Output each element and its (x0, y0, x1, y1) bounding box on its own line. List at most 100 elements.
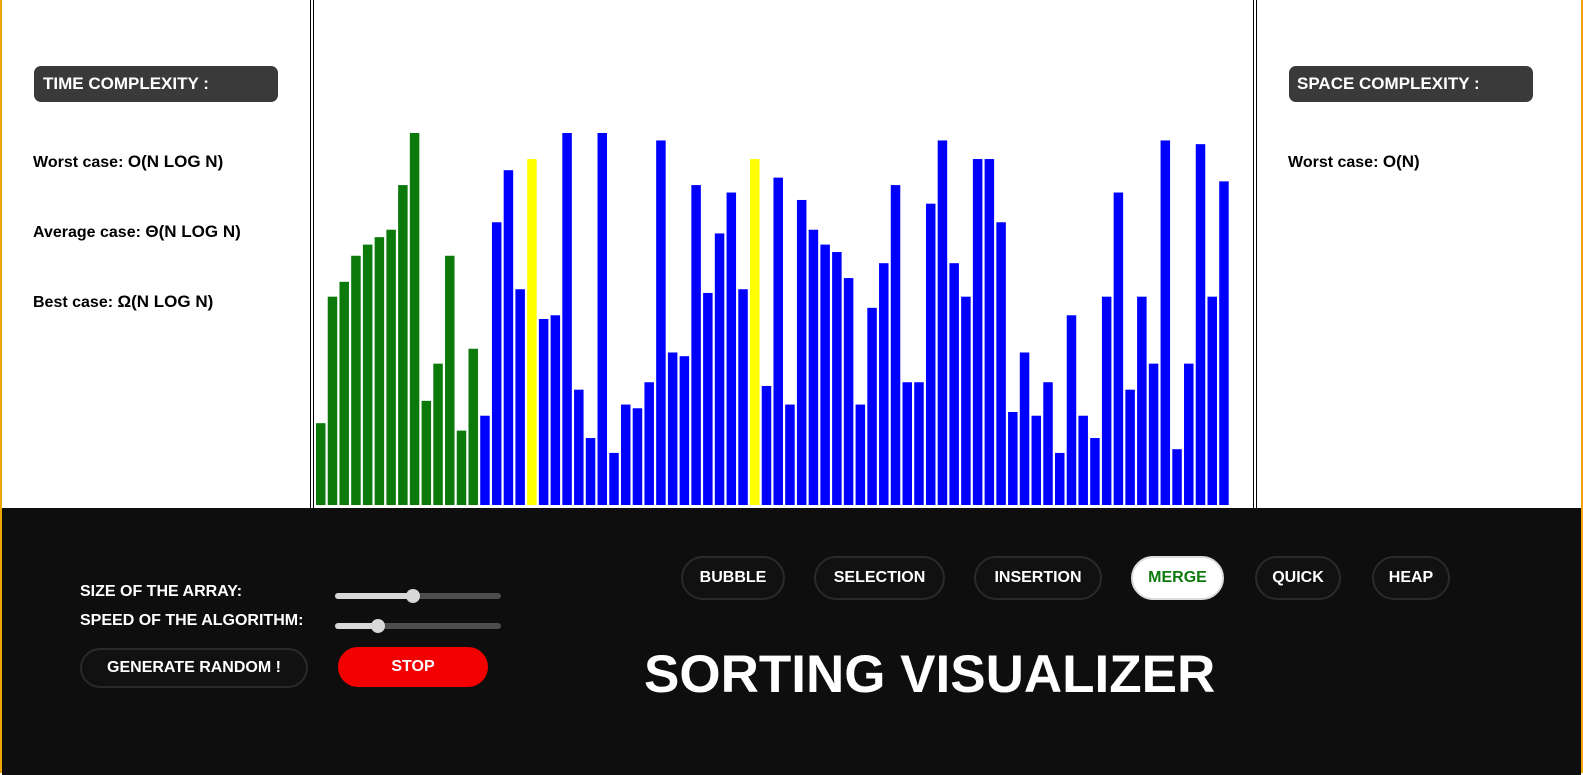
array-bar (1125, 389, 1135, 505)
worst-case-label: Worst case: (33, 154, 128, 171)
array-bar (374, 237, 385, 505)
selection-sort-button[interactable]: SELECTION (814, 556, 945, 600)
space-worst-case-label: Worst case: (1288, 154, 1383, 171)
generate-random-button[interactable]: GENERATE RANDOM ! (80, 648, 308, 688)
array-bar (1113, 192, 1124, 505)
size-slider-thumb[interactable] (406, 589, 421, 603)
speed-slider[interactable] (335, 619, 501, 633)
best-case-value: Ω(N LOG N) (117, 292, 214, 311)
array-bar (820, 244, 830, 505)
array-bar (632, 408, 643, 505)
array-bar (890, 185, 901, 505)
quick-sort-button[interactable]: QUICK (1255, 556, 1341, 600)
array-bar (1172, 449, 1182, 505)
array-bar (656, 140, 666, 505)
array-bar (703, 292, 713, 505)
array-bar (1219, 181, 1229, 506)
array-bar (339, 281, 349, 505)
array-bar (914, 382, 924, 505)
array-bar (515, 289, 525, 505)
heap-sort-button[interactable]: HEAP (1372, 556, 1450, 600)
array-bar (644, 382, 654, 505)
array-bar (996, 222, 1006, 505)
array-bar (480, 415, 490, 505)
array-bar (761, 385, 772, 505)
array-bar (961, 296, 971, 505)
bubble-sort-button[interactable]: BUBBLE (681, 556, 785, 600)
array-bar (785, 404, 795, 505)
array-bar (796, 199, 807, 505)
array-bar (773, 177, 783, 505)
array-bar (750, 159, 760, 506)
array-bar (714, 233, 725, 505)
array-bar (1195, 144, 1206, 505)
array-bar (1043, 382, 1053, 505)
array-bar (398, 185, 408, 505)
array-bar (609, 452, 619, 505)
array-bar (433, 363, 443, 505)
array-bar (937, 140, 948, 505)
array-bar (620, 404, 631, 505)
array-bar (362, 244, 373, 505)
array-bar (843, 278, 854, 505)
array-bar (1054, 452, 1065, 505)
visualization-area (310, 0, 1257, 508)
time-complexity-heading: TIME COMPLEXITY : (34, 66, 278, 102)
array-bar (585, 438, 596, 505)
speed-slider-thumb[interactable] (371, 619, 386, 633)
array-bar (1090, 438, 1100, 505)
app-title: SORTING VISUALIZER (644, 645, 1216, 704)
array-bar (327, 296, 338, 505)
array-bar (984, 159, 995, 506)
array-bar (832, 252, 842, 505)
insertion-sort-button[interactable]: INSERTION (974, 556, 1102, 600)
control-panel: SIZE OF THE ARRAY: SPEED OF THE ALGORITH… (2, 508, 1581, 775)
array-bar (574, 389, 584, 505)
array-bar (562, 133, 572, 505)
array-bar (491, 222, 502, 505)
array-bar (949, 263, 959, 505)
array-bar (855, 404, 866, 505)
merge-sort-button[interactable]: MERGE (1131, 556, 1224, 600)
array-bar (691, 185, 701, 505)
array-bar (1101, 296, 1112, 505)
stop-button[interactable]: STOP (338, 647, 488, 687)
array-bar (879, 263, 889, 505)
worst-case-value: O(N LOG N) (127, 152, 224, 171)
array-bar (808, 229, 819, 505)
array-bar (1184, 363, 1194, 505)
array-bar (386, 229, 396, 505)
array-bar (421, 400, 432, 505)
space-complexity-panel: SPACE COMPLEXITY : Worst case: O(N) (1257, 0, 1581, 508)
array-bar (726, 192, 737, 505)
array-bar (1137, 296, 1147, 505)
array-bar (597, 133, 608, 505)
bar-chart (316, 133, 1229, 506)
array-bar (1008, 412, 1018, 505)
array-bar (679, 356, 690, 505)
space-complexity-heading: SPACE COMPLEXITY : (1289, 66, 1533, 102)
array-bar (550, 315, 561, 505)
average-case-row: Average case: Θ(N LOG N) (33, 222, 241, 242)
best-case-row: Best case: Ω(N LOG N) (33, 292, 213, 312)
array-bar (351, 255, 361, 505)
array-bar (925, 203, 936, 505)
array-bar (738, 289, 748, 505)
average-case-value: Θ(N LOG N) (145, 222, 241, 241)
array-bar (1207, 296, 1217, 505)
array-bar (503, 170, 514, 505)
array-bar (527, 159, 537, 506)
array-bar (456, 430, 467, 505)
array-bar (867, 307, 877, 505)
array-bar (409, 133, 420, 505)
array-bar (468, 348, 478, 505)
average-case-label: Average case: (33, 224, 146, 241)
worst-case-row: Worst case: O(N LOG N) (33, 152, 223, 172)
array-bar (1160, 140, 1171, 505)
best-case-label: Best case: (33, 294, 118, 311)
array-bar (1148, 363, 1159, 505)
array-bar (1031, 415, 1042, 505)
size-slider[interactable] (335, 589, 501, 603)
space-worst-case-row: Worst case: O(N) (1288, 152, 1420, 172)
array-bar (902, 382, 912, 505)
